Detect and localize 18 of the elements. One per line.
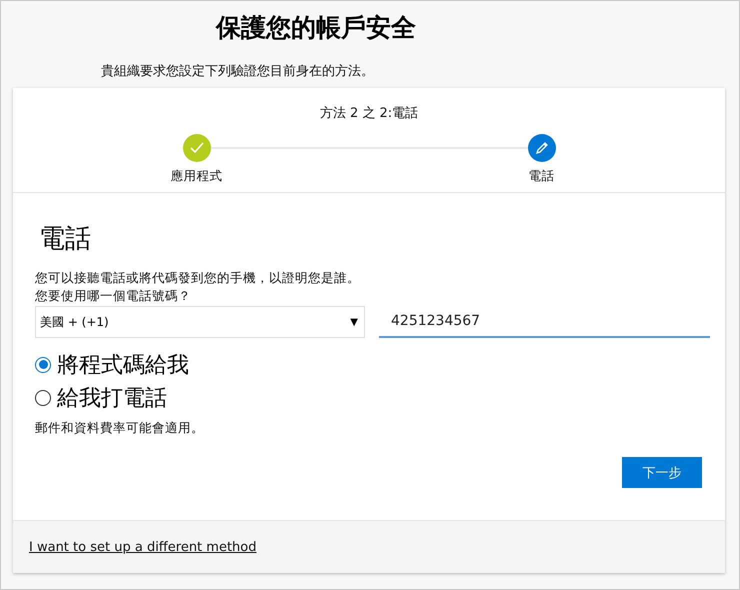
radio-button[interactable] [35,356,51,372]
note-text: 郵件和資料費率可能會適用。 [35,420,205,437]
step-label: 應用程式 [170,168,222,185]
question-text: 您要使用哪一個電話號碼？ [35,287,192,305]
radio-button[interactable] [35,390,51,406]
radio-option[interactable]: 將程式碼給我 [35,348,189,381]
section-heading: 電話 [39,223,92,256]
different-method-link[interactable]: I want to set up a different method [29,540,256,554]
subtitle: 貴組織要求您設定下列驗證您目前身在的方法。 [100,63,375,81]
next-button[interactable]: 下一步 [622,457,702,488]
radio-option[interactable]: 給我打電話 [35,381,167,414]
page-title: 保護您的帳戶安全 [214,12,417,44]
step-label: 電話 [528,168,554,185]
country-dropdown[interactable]: 美國 + (+1) ▼ [35,306,365,338]
description-text: 您可以接聽電話或將代碼發到您的手機，以證明您是誰。 [35,269,361,287]
pencil-icon [534,141,548,155]
progress-text: 方法 2 之 2:電話 [320,105,418,122]
check-icon [190,142,204,154]
